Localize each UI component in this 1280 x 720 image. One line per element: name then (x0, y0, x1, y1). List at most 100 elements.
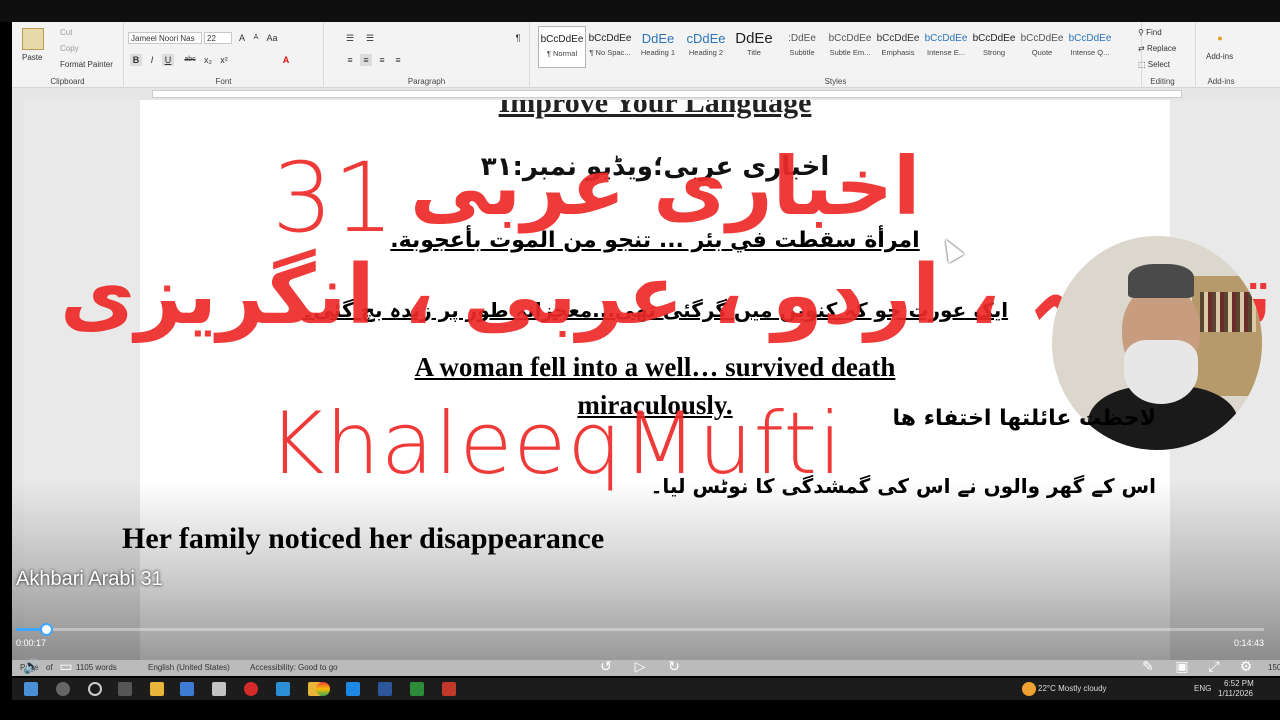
justify-icon[interactable]: ≡ (392, 54, 404, 66)
superscript-button[interactable]: x² (218, 54, 230, 66)
bullets-icon[interactable]: ☰ (344, 32, 356, 44)
taskbar-language[interactable]: ENG (1194, 684, 1211, 693)
shrink-font-button[interactable]: A (250, 32, 262, 44)
select-button[interactable]: ⬚ Select (1138, 60, 1170, 69)
weather-icon[interactable] (1022, 682, 1036, 696)
editing-group-label: Editing (1150, 77, 1175, 86)
style-preview: DdEe (735, 30, 773, 47)
horizontal-ruler[interactable] (12, 88, 1280, 100)
word-icon[interactable] (378, 682, 392, 696)
style-item[interactable]: bCcDdEe Strong (970, 26, 1018, 68)
replace-label: Replace (1146, 44, 1177, 53)
settings-gear-icon[interactable]: ⚙ (1236, 656, 1256, 676)
video-progress-knob[interactable] (39, 623, 53, 636)
subscript-button[interactable]: x₂ (202, 54, 214, 66)
align-left-icon[interactable]: ≡ (344, 54, 356, 66)
status-zoom[interactable]: 150 (1268, 663, 1280, 672)
style-preview: bCcDdEe (1020, 33, 1064, 44)
taskbar-date[interactable]: 1/11/2026 (1218, 689, 1253, 698)
clipboard-group: Paste Cut Copy Format Painter Clipboard (12, 22, 124, 88)
doc-english-line-2: Her family noticed her disappearance (122, 522, 605, 555)
zoom-icon[interactable] (346, 682, 360, 696)
style-name: Intense E... (927, 48, 965, 57)
style-item[interactable]: bCcDdEe Emphasis (874, 26, 922, 68)
paragraph-group-label: Paragraph (407, 77, 446, 86)
format-painter-button[interactable]: Format Painter (60, 60, 113, 69)
cut-button[interactable]: Cut (60, 28, 72, 37)
grow-font-button[interactable]: A (236, 32, 248, 44)
numbering-icon[interactable]: ☰ (364, 32, 376, 44)
style-name: Subtle Em... (829, 48, 871, 57)
forward-30-icon[interactable]: ↻ (664, 656, 684, 676)
status-of: of (46, 663, 53, 672)
captions-icon[interactable]: ▭ (56, 656, 76, 676)
taskbar-weather[interactable]: 22°C Mostly cloudy (1038, 684, 1107, 693)
style-item[interactable]: bCcDdEe Intense E... (922, 26, 970, 68)
task-view-icon[interactable] (118, 682, 132, 696)
style-name: Emphasis (881, 48, 915, 57)
fullscreen-icon[interactable]: ⤢ (1204, 656, 1224, 676)
paste-button[interactable]: Paste (22, 53, 42, 62)
camtasia-icon[interactable] (410, 682, 424, 696)
store-icon[interactable] (212, 682, 226, 696)
font-group-label: Font (215, 77, 232, 86)
replace-button[interactable]: ⇄ Replace (1138, 44, 1176, 53)
edit-icon[interactable]: ✎ (1138, 656, 1158, 676)
rewind-10-icon[interactable]: ↺ (596, 656, 616, 676)
style-name: Quote (1031, 48, 1053, 57)
watermark-number: 31 (272, 142, 395, 254)
style-item[interactable]: DdEe Heading 1 (634, 26, 682, 68)
font-group: Jameel Noori Nas 22 A A Aa B I U abc x₂ … (124, 22, 324, 88)
style-name: Subtitle (789, 48, 815, 57)
font-size-select[interactable]: 22 (204, 32, 232, 44)
align-right-icon[interactable]: ≡ (376, 54, 388, 66)
font-color-button[interactable]: A (280, 54, 292, 66)
miniplayer-icon[interactable]: ▣ (1172, 656, 1192, 676)
italic-button[interactable]: I (146, 54, 158, 66)
style-item[interactable]: bCcDdEe Subtle Em... (826, 26, 874, 68)
style-item[interactable]: bCcDdEe ¶ No Spac... (586, 26, 634, 68)
cortana-icon[interactable] (88, 682, 102, 696)
copy-button[interactable]: Copy (60, 44, 79, 53)
file-explorer-icon[interactable] (150, 682, 164, 696)
video-duration: 0:14:43 (1233, 638, 1264, 648)
styles-group: bCcDdEe ¶ Normal bCcDdEe ¶ No Spac... DdEe He… (530, 22, 1142, 88)
show-formatting-button[interactable]: ¶ (512, 32, 524, 44)
style-preview: bCcDdEe (924, 33, 968, 44)
search-icon[interactable] (56, 682, 70, 696)
paste-icon (22, 28, 44, 50)
doc-arabic-line-2: لاحظت عائلتها اختفاء ها (892, 406, 1156, 431)
app-icon[interactable] (276, 682, 290, 696)
change-case-button[interactable]: Aa (266, 32, 278, 44)
video-progress-bar[interactable] (16, 623, 1264, 636)
style-item[interactable]: :DdEe Subtitle (778, 26, 826, 68)
bold-button[interactable]: B (130, 54, 142, 66)
align-center-icon[interactable]: ≡ (360, 54, 372, 66)
style-item[interactable]: bCcDdEe ¶ Normal (538, 26, 586, 68)
strikethrough-button[interactable]: abc (184, 54, 196, 66)
start-icon[interactable] (24, 682, 38, 696)
font-family-select[interactable]: Jameel Noori Nas (128, 32, 202, 44)
style-preview: bCcDdEe (540, 34, 584, 45)
volume-icon[interactable]: 🔊 (22, 656, 42, 676)
recorder-icon[interactable] (442, 682, 456, 696)
style-item[interactable]: DdEe Title (730, 26, 778, 68)
style-item[interactable]: cDdEe Heading 2 (682, 26, 730, 68)
status-language[interactable]: English (United States) (148, 663, 230, 672)
select-icon: ⬚ (1138, 60, 1148, 69)
video-current-time: 0:00:17 (16, 638, 47, 648)
addins-button[interactable]: Add-ins (1206, 52, 1233, 61)
play-icon[interactable]: ▷ (630, 656, 650, 676)
status-accessibility[interactable]: Accessibility: Good to go (250, 663, 338, 672)
addins-icon: ● (1217, 33, 1223, 43)
style-item[interactable]: bCcDdEe Intense Q... (1066, 26, 1114, 68)
chrome-icon[interactable] (316, 682, 330, 696)
find-button[interactable]: ⚲ Find (1138, 28, 1162, 37)
opera-icon[interactable] (244, 682, 258, 696)
mail-icon[interactable] (180, 682, 194, 696)
doc-heading-improve: Improve Your Language (140, 100, 1170, 120)
underline-button[interactable]: U (162, 54, 174, 66)
style-item[interactable]: bCcDdEe Quote (1018, 26, 1066, 68)
status-word-count[interactable]: 1105 words (76, 663, 117, 672)
taskbar-time[interactable]: 6:52 PM (1224, 679, 1254, 688)
